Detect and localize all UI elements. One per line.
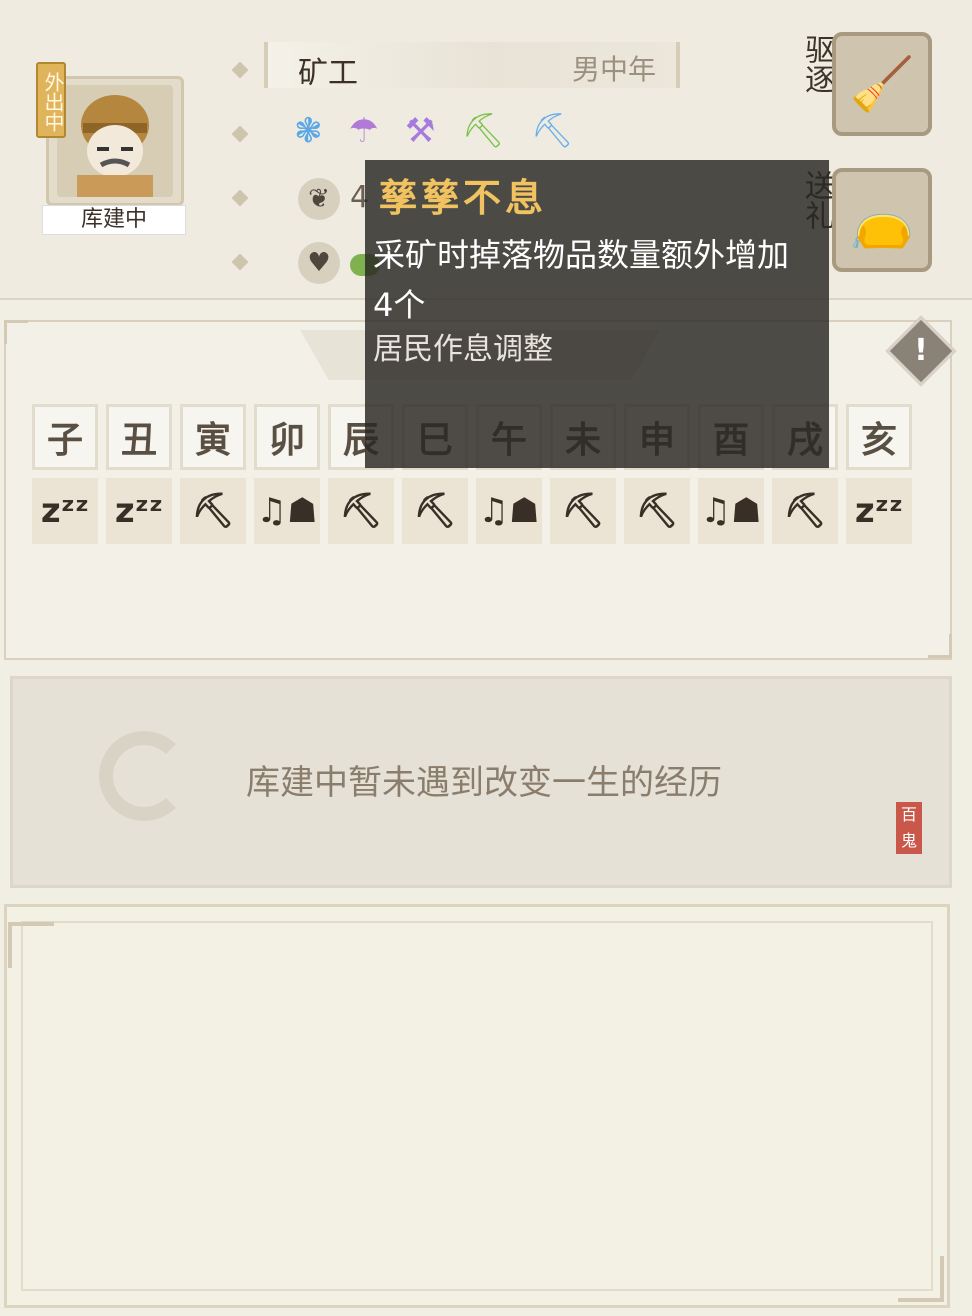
mine-activity-icon[interactable]: ⛏ [180,478,246,544]
job-info-bar: 矿工 男中年 [264,42,680,91]
avatar [57,85,173,197]
tooltip-subtitle: 居民作息调整 [373,332,553,367]
mine-activity-icon[interactable]: ⛏ [402,478,468,544]
expel-label: 驱逐 [799,34,834,94]
mine-activity-icon[interactable]: ⛏ [328,478,394,544]
purple-mushroom-icon[interactable]: ☂ [349,108,379,154]
tooltip-description-line: 4个 [373,286,426,324]
gift-button[interactable]: 👝 [832,168,932,272]
expel-button[interactable]: 🧹 [832,32,932,136]
hour-cell[interactable]: 亥 [846,404,912,470]
status-badge: 外出中 [36,62,66,138]
sleep-activity-icon[interactable]: zᶻᶻ [106,478,172,544]
blue-pickaxe-icon[interactable]: ⛏ [531,108,574,154]
fret-corner-icon [898,1256,944,1302]
mine-activity-icon[interactable]: ⛏ [772,478,838,544]
fret-corner-icon [8,922,54,968]
character-portrait[interactable] [46,76,184,206]
lower-panel-inner [21,921,933,1291]
miner-avatar-icon [77,95,153,197]
hour-cell[interactable]: 子 [32,404,98,470]
mine-activity-icon[interactable]: ⛏ [550,478,616,544]
heart-icon: ♥ [298,242,340,284]
trait-tooltip: 孳孳不息 采矿时掉落物品数量额外增加 4个 居民作息调整 [365,160,829,468]
exclamation-icon: ! [914,333,928,368]
leisure-activity-icon[interactable]: ♫☗ [254,478,320,544]
sleep-activity-icon[interactable]: zᶻᶻ [32,478,98,544]
trait-icons: ❃ ☂ ⚒ ⛏ ⛏ [294,108,574,154]
panel-corner [928,634,952,658]
job-title: 矿工 [298,56,358,91]
hour-cell[interactable]: 寅 [180,404,246,470]
leisure-activity-icon[interactable]: ♫☗ [698,478,764,544]
mine-activity-icon[interactable]: ⛏ [624,478,690,544]
stamina-icon: ❦ [298,178,340,220]
seal-stamp: 百鬼 [896,802,922,854]
panel-corner [4,320,28,344]
green-pickaxe-icon[interactable]: ⛏ [461,108,504,154]
tooltip-description-line: 采矿时掉落物品数量额外增加 [373,236,790,274]
blue-beast-icon[interactable]: ❃ [294,108,323,154]
broom-icon: 🧹 [849,54,915,115]
lower-panel [4,904,950,1308]
activity-row: zᶻᶻ zᶻᶻ ⛏ ♫☗ ⛏ ⛏ ♫☗ ⛏ ⛏ ♫☗ ⛏ zᶻᶻ [32,478,912,544]
sleep-activity-icon[interactable]: zᶻᶻ [846,478,912,544]
hour-cell[interactable]: 卯 [254,404,320,470]
tooltip-description: 采矿时掉落物品数量额外增加 4个 [373,230,821,330]
leisure-activity-icon[interactable]: ♫☗ [476,478,542,544]
gender-age: 男中年 [571,53,656,86]
life-story-text: 库建中暂未遇到改变一生的经历 [246,763,722,803]
hour-cell[interactable]: 丑 [106,404,172,470]
life-story-panel: 库建中暂未遇到改变一生的经历 [10,676,952,888]
tooltip-title: 孳孳不息 [379,176,548,220]
character-name: 库建中 [42,205,186,235]
gift-bag-icon: 👝 [849,190,915,251]
purple-crossed-picks-icon[interactable]: ⚒ [405,108,435,154]
